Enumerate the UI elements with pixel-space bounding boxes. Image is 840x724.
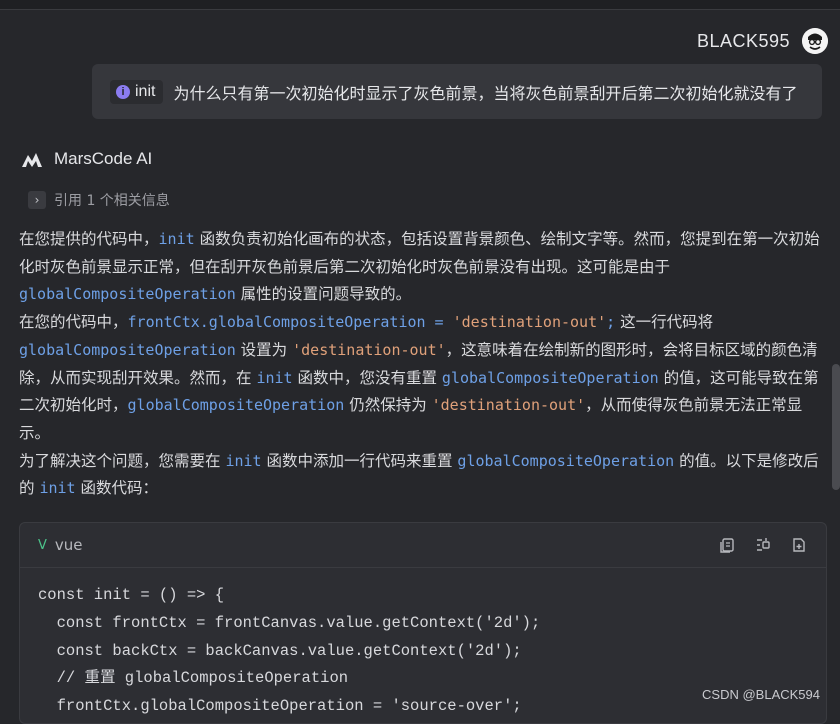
- user-header: BLACK595: [697, 28, 828, 54]
- code-line: frontCtx.globalCompositeOperation = 'sou…: [38, 697, 522, 716]
- answer-text: 在您提供的代码中，: [19, 230, 159, 248]
- assistant-header: MarsCode AI: [20, 147, 152, 171]
- inline-code-string: 'destination-out': [431, 396, 586, 415]
- answer-text: 这一行代码将: [615, 313, 714, 332]
- assistant-name: MarsCode AI: [54, 149, 153, 168]
- inline-code: globalCompositeOperation: [441, 368, 659, 387]
- inline-code: init: [158, 230, 195, 248]
- code-line: const frontCtx = frontCanvas.value.getCo…: [38, 613, 541, 632]
- answer-text: 设置为: [235, 340, 293, 359]
- top-divider: [0, 0, 840, 10]
- insert-icon[interactable]: [754, 536, 772, 554]
- code-line: const init = () => {: [38, 586, 225, 604]
- context-tag[interactable]: i init: [110, 79, 164, 104]
- inline-code: ;: [606, 313, 616, 332]
- answer-text: 为了解决这个问题，您需要在: [19, 451, 226, 470]
- answer-text: 在您的代码中，: [19, 313, 128, 332]
- answer-text: 属性的设置问题导致的。: [235, 285, 412, 304]
- avatar-icon[interactable]: [802, 28, 828, 54]
- reference-toggle[interactable]: › 引用 1 个相关信息: [28, 190, 170, 210]
- username: BLACK595: [696, 30, 790, 51]
- code-block-header: V vue: [20, 523, 826, 568]
- inline-code: globalCompositeOperation: [127, 396, 345, 415]
- reference-label: 引用 1 个相关信息: [54, 193, 170, 209]
- inline-code: globalCompositeOperation: [19, 340, 236, 359]
- marscode-logo-icon: [22, 153, 42, 167]
- inline-code: init: [39, 479, 76, 498]
- vue-icon: V: [38, 537, 47, 553]
- info-icon: i: [116, 84, 130, 99]
- inline-code: init: [256, 368, 293, 387]
- answer-text: 函数代码：: [75, 479, 158, 498]
- inline-code-string: 'destination-out': [452, 313, 607, 332]
- code-language: vue: [54, 536, 83, 554]
- answer-text: 函数中添加一行代码来重置: [261, 451, 458, 470]
- scrollbar-thumb[interactable]: [832, 364, 840, 490]
- chevron-right-icon[interactable]: ›: [28, 191, 46, 209]
- user-message-bubble: i init 为什么只有第一次初始化时显示了灰色前景，当将灰色前景刮开后第二次初…: [92, 64, 822, 119]
- user-message-text: 为什么只有第一次初始化时显示了灰色前景，当将灰色前景刮开后第二次初始化就没有了: [173, 83, 798, 103]
- code-line: // 重置 globalCompositeOperation: [38, 669, 349, 688]
- answer-text: 仍然保持为: [344, 396, 432, 415]
- answer-text: 函数中，您没有重置: [292, 368, 442, 387]
- context-tag-label: init: [135, 82, 156, 100]
- inline-code: globalCompositeOperation: [457, 451, 675, 470]
- inline-code: frontCtx.globalCompositeOperation =: [127, 313, 453, 332]
- inline-code: init: [225, 451, 262, 470]
- inline-code-string: 'destination-out': [292, 340, 446, 359]
- answer-paragraph-3: 为了解决这个问题，您需要在 init 函数中添加一行代码来重置 globalCo…: [19, 448, 827, 503]
- assistant-answer: 在您提供的代码中，init 函数负责初始化画布的状态，包括设置背景颜色、绘制文字…: [19, 226, 827, 503]
- copy-icon[interactable]: [718, 536, 736, 554]
- code-actions: [718, 536, 808, 554]
- answer-paragraph-1: 在您提供的代码中，init 函数负责初始化画布的状态，包括设置背景颜色、绘制文字…: [19, 226, 827, 309]
- new-file-icon[interactable]: [790, 536, 808, 554]
- code-line: const backCtx = backCanvas.value.getCont…: [38, 641, 522, 660]
- watermark: CSDN @BLACK594: [702, 687, 820, 702]
- answer-paragraph-2: 在您的代码中，frontCtx.globalCompositeOperation…: [19, 309, 827, 448]
- inline-code: globalCompositeOperation: [19, 285, 236, 304]
